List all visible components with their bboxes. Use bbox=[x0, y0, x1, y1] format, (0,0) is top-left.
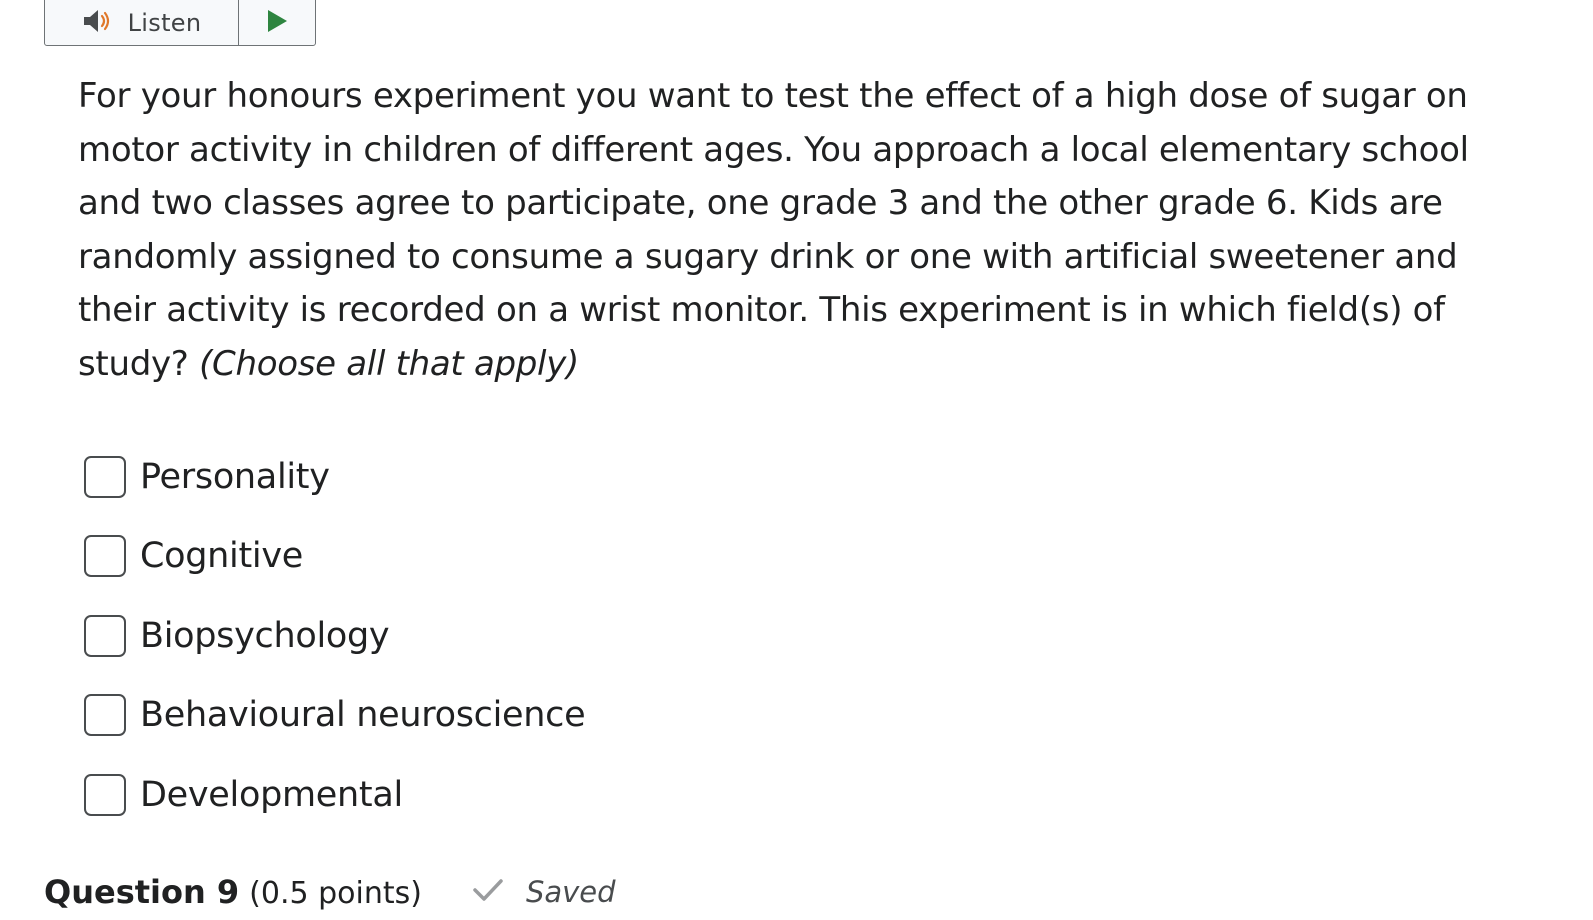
play-icon bbox=[264, 7, 290, 39]
question-text: For your honours experiment you want to … bbox=[78, 70, 1518, 391]
checkmark-icon bbox=[472, 877, 504, 907]
option-label: Developmental bbox=[140, 774, 403, 815]
option-personality[interactable]: Personality bbox=[84, 437, 585, 517]
checkbox[interactable] bbox=[84, 694, 126, 737]
question-points: (0.5 points) bbox=[249, 876, 422, 911]
option-cognitive[interactable]: Cognitive bbox=[84, 517, 585, 597]
play-button[interactable] bbox=[238, 0, 315, 45]
checkbox[interactable] bbox=[84, 773, 126, 816]
checkbox[interactable] bbox=[84, 535, 126, 578]
option-label: Cognitive bbox=[140, 536, 303, 577]
saved-status: Saved bbox=[472, 875, 616, 909]
question-title: Question 9 bbox=[44, 873, 240, 911]
answer-options: Personality Cognitive Biopsychology Beha… bbox=[84, 437, 586, 835]
listen-button[interactable]: Listen bbox=[45, 0, 238, 45]
option-label: Behavioural neuroscience bbox=[140, 695, 586, 736]
option-biopsychology[interactable]: Biopsychology bbox=[84, 596, 585, 676]
option-behavioural-neuroscience[interactable]: Behavioural neuroscience bbox=[84, 676, 586, 756]
option-label: Biopsychology bbox=[140, 615, 390, 656]
speaker-icon bbox=[82, 6, 118, 40]
next-question-header: Question 9 (0.5 points) Saved bbox=[44, 873, 616, 911]
question-instruction: (Choose all that apply) bbox=[199, 343, 579, 384]
option-label: Personality bbox=[140, 456, 330, 497]
listen-toolbar: Listen bbox=[44, 0, 316, 46]
checkbox[interactable] bbox=[84, 614, 126, 657]
question-body: For your honours experiment you want to … bbox=[78, 76, 1469, 384]
checkbox[interactable] bbox=[84, 455, 126, 498]
option-developmental[interactable]: Developmental bbox=[84, 755, 585, 835]
saved-label: Saved bbox=[525, 875, 616, 909]
listen-label: Listen bbox=[127, 9, 202, 37]
